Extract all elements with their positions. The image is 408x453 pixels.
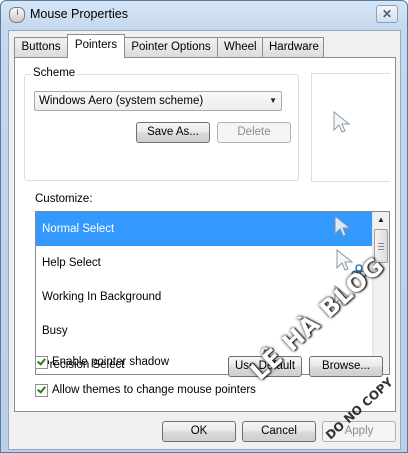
pointer-shadow-checkbox[interactable] bbox=[35, 356, 48, 369]
list-item-normal-select[interactable]: Normal Select bbox=[36, 212, 373, 246]
scroll-thumb[interactable] bbox=[374, 229, 388, 263]
pointer-shadow-label: Enable pointer shadow bbox=[52, 356, 169, 368]
cursor-list-scrollbar[interactable]: ▲ bbox=[372, 212, 389, 374]
arrow-cursor-icon bbox=[334, 285, 352, 307]
tab-pointer-options[interactable]: Pointer Options bbox=[124, 37, 218, 57]
grip-line bbox=[378, 249, 384, 250]
browse-button[interactable]: Browse... bbox=[309, 356, 383, 377]
scheme-dropdown[interactable]: Windows Aero (system scheme) ▼ bbox=[34, 91, 282, 111]
tab-wheel[interactable]: Wheel bbox=[217, 37, 263, 57]
cursor-preview bbox=[311, 73, 390, 182]
list-item-busy[interactable]: Busy bbox=[36, 314, 373, 348]
tab-buttons[interactable]: Buttons bbox=[14, 37, 68, 57]
mouse-properties-window: Mouse Properties ✕ Buttons Pointers Poin… bbox=[0, 0, 408, 453]
scheme-groupbox: Scheme Windows Aero (system scheme) ▼ Sa… bbox=[24, 67, 299, 181]
tab-pointers[interactable]: Pointers bbox=[67, 34, 125, 58]
scheme-selected-value: Windows Aero (system scheme) bbox=[39, 95, 204, 107]
scroll-up-arrow-icon[interactable]: ▲ bbox=[373, 212, 389, 228]
grip-line bbox=[378, 243, 384, 244]
ok-button[interactable]: OK bbox=[162, 421, 236, 442]
mouse-icon bbox=[9, 7, 25, 23]
grip-line bbox=[378, 246, 384, 247]
save-as-button[interactable]: Save As... bbox=[136, 122, 210, 143]
apply-button[interactable]: Apply bbox=[322, 421, 396, 442]
arrow-cursor-icon bbox=[333, 111, 351, 133]
window-title: Mouse Properties bbox=[30, 7, 128, 21]
arrow-cursor-icon bbox=[334, 215, 352, 237]
use-default-button[interactable]: Use Default bbox=[228, 356, 302, 377]
chevron-down-icon: ▼ bbox=[269, 96, 277, 105]
tab-hardware[interactable]: Hardware bbox=[262, 37, 324, 57]
title-bar[interactable]: Mouse Properties ✕ bbox=[1, 1, 407, 29]
help-cursor-icon: ㅈ bbox=[336, 249, 367, 281]
checkmark-icon bbox=[37, 356, 46, 366]
cancel-button[interactable]: Cancel bbox=[242, 421, 316, 442]
delete-button[interactable]: Delete bbox=[217, 122, 291, 143]
allow-themes-label: Allow themes to change mouse pointers bbox=[52, 384, 256, 396]
customize-label: Customize: bbox=[35, 193, 93, 205]
list-item-help-select[interactable]: Help Select ㅈ bbox=[36, 246, 373, 281]
list-item-working-in-background[interactable]: Working In Background bbox=[36, 280, 373, 314]
checkmark-icon bbox=[37, 384, 46, 394]
allow-themes-checkbox[interactable] bbox=[35, 384, 48, 397]
scheme-group-label: Scheme bbox=[31, 67, 78, 79]
close-button[interactable]: ✕ bbox=[376, 5, 398, 23]
dialog-client-area: Buttons Pointers Pointer Options Wheel H… bbox=[8, 30, 401, 450]
cursor-list[interactable]: Normal Select Help Select ㅈ Working In B… bbox=[35, 211, 390, 375]
